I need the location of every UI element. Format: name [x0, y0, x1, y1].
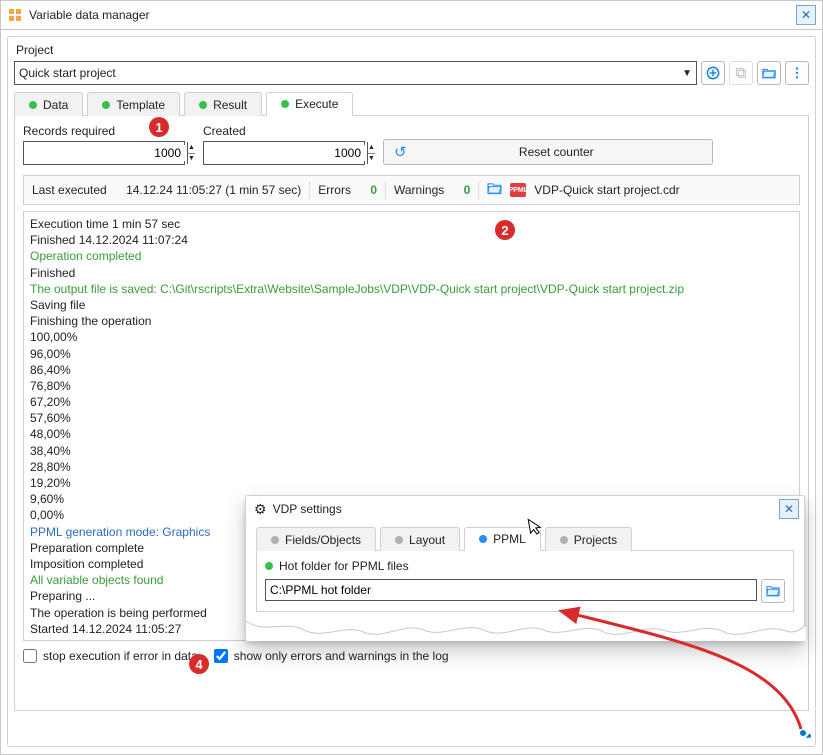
stop-on-error-field[interactable]: stop execution if error in data — [23, 649, 198, 663]
status-dot-icon — [102, 101, 110, 109]
window-title: Variable data manager — [29, 8, 796, 22]
annotation-arrow-icon — [541, 601, 821, 741]
only-errors-field[interactable]: show only errors and warnings in the log — [214, 649, 449, 663]
separator — [478, 181, 479, 199]
window-titlebar: Variable data manager ✕ — [1, 1, 822, 30]
records-required-input[interactable]: ▲▼ — [23, 141, 185, 165]
vdp-settings-title: VDP settings — [273, 502, 342, 516]
log-line: 100,00% — [30, 329, 793, 345]
last-executed-value: 14.12.24 11:05:27 (1 min 57 sec) — [126, 183, 301, 197]
stop-on-error-label: stop execution if error in data — [43, 649, 198, 663]
app-icon — [7, 7, 23, 23]
log-line: The output file is saved: C:\Git\rscript… — [30, 281, 793, 297]
reset-counter-label: Reset counter — [419, 145, 694, 159]
errors-count: 0 — [370, 183, 377, 197]
log-line: 67,20% — [30, 394, 793, 410]
status-dot-icon — [560, 536, 568, 544]
tab-execute-label: Execute — [295, 97, 338, 111]
log-line: 38,40% — [30, 443, 793, 459]
tab-ppml-label: PPML — [493, 532, 526, 546]
status-dot-icon — [479, 535, 487, 543]
main-tabs: Data Template Result Execute — [14, 91, 809, 116]
warnings-label: Warnings — [394, 183, 444, 197]
log-line: 28,80% — [30, 459, 793, 475]
tab-template[interactable]: Template — [87, 92, 180, 116]
hot-folder-path-input[interactable] — [265, 579, 757, 601]
log-line: Finishing the operation — [30, 313, 793, 329]
execution-info-bar: Last executed 14.12.24 11:05:27 (1 min 5… — [23, 175, 800, 205]
log-line: Finished 14.12.2024 11:07:24 — [30, 232, 793, 248]
close-button[interactable]: ✕ — [796, 5, 816, 25]
project-label: Project — [16, 43, 809, 57]
tab-execute[interactable]: Execute — [266, 92, 353, 116]
annotation-badge-1: 1 — [149, 117, 169, 137]
tab-fields-objects[interactable]: Fields/Objects — [256, 527, 376, 551]
separator — [309, 181, 310, 199]
spin-down-icon[interactable]: ▼ — [368, 154, 375, 165]
created-input[interactable]: ▲▼ — [203, 141, 365, 165]
log-line: Operation completed — [30, 248, 793, 264]
log-line: 57,60% — [30, 410, 793, 426]
separator — [385, 181, 386, 199]
last-executed-label: Last executed — [32, 183, 107, 197]
vdp-settings-close-button[interactable]: ✕ — [779, 499, 799, 519]
log-line: 19,20% — [30, 475, 793, 491]
tab-projects-label: Projects — [574, 533, 617, 547]
spin-down-icon[interactable]: ▼ — [188, 154, 195, 165]
spin-up-icon[interactable]: ▲ — [368, 142, 375, 154]
warnings-count: 0 — [464, 183, 471, 197]
hot-folder-label: Hot folder for PPML files — [279, 559, 409, 573]
errors-label: Errors — [318, 183, 351, 197]
copy-project-button — [729, 61, 753, 85]
tab-result[interactable]: Result — [184, 92, 262, 116]
more-menu-button[interactable] — [785, 61, 809, 85]
log-line: 86,40% — [30, 362, 793, 378]
add-project-button[interactable] — [701, 61, 725, 85]
tab-layout[interactable]: Layout — [380, 527, 460, 551]
tab-result-label: Result — [213, 98, 247, 112]
records-required-value[interactable] — [24, 145, 187, 161]
status-dot-icon — [281, 100, 289, 108]
stop-on-error-checkbox[interactable] — [23, 649, 37, 663]
status-dot-icon — [199, 101, 207, 109]
tab-data[interactable]: Data — [14, 92, 83, 116]
status-dot-icon — [395, 536, 403, 544]
settings-tabs: Fields/Objects Layout PPML Projects — [256, 526, 794, 551]
open-folder-button[interactable] — [487, 182, 502, 198]
tab-layout-label: Layout — [409, 533, 445, 547]
tab-projects[interactable]: Projects — [545, 527, 632, 551]
output-file-name[interactable]: VDP-Quick start project.cdr — [534, 183, 679, 197]
browse-folder-button[interactable] — [761, 579, 785, 603]
log-line: 96,00% — [30, 346, 793, 362]
tab-data-label: Data — [43, 98, 68, 112]
annotation-badge-2: 2 — [495, 220, 515, 240]
open-project-button[interactable] — [757, 61, 781, 85]
tab-template-label: Template — [116, 98, 165, 112]
status-dot-icon — [271, 536, 279, 544]
log-line: 48,00% — [30, 426, 793, 442]
only-errors-label: show only errors and warnings in the log — [234, 649, 449, 663]
status-dot-icon — [265, 562, 273, 570]
created-value[interactable] — [204, 145, 367, 161]
created-label: Created — [203, 124, 365, 138]
log-line: Execution time 1 min 57 sec — [30, 216, 793, 232]
log-line: Finished — [30, 265, 793, 281]
project-select[interactable]: Quick start project ▼ — [14, 61, 697, 85]
status-dot-icon — [29, 101, 37, 109]
log-line: Saving file — [30, 297, 793, 313]
gear-icon: ⚙ — [254, 501, 267, 518]
tab-fields-label: Fields/Objects — [285, 533, 361, 547]
project-selected-value: Quick start project — [19, 66, 116, 80]
undo-icon: ↻ — [394, 143, 407, 161]
only-errors-checkbox[interactable] — [214, 649, 228, 663]
chevron-down-icon: ▼ — [682, 68, 692, 79]
ppml-badge-icon: PPML — [510, 183, 526, 197]
reset-counter-button[interactable]: ↻ Reset counter — [383, 139, 713, 165]
spin-up-icon[interactable]: ▲ — [188, 142, 195, 154]
log-line: 76,80% — [30, 378, 793, 394]
annotation-badge-4: 4 — [189, 654, 209, 674]
